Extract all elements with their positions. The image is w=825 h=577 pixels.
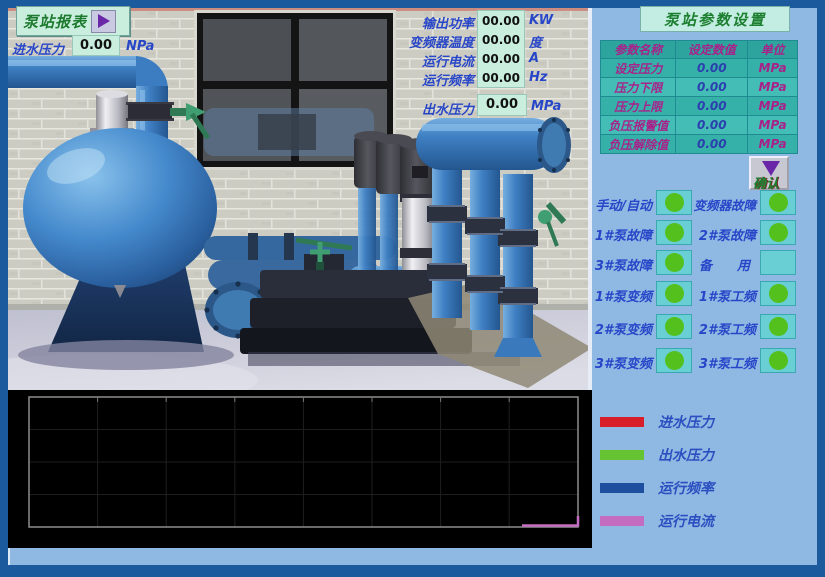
hmi-screen: 泵站报表 进水压力 0.00 NPa 输出功率 00.00 KW 变频器温度 0… <box>0 0 825 577</box>
outlet-pressure-label: 出水压力 <box>400 99 474 118</box>
outlet-pressure-value: 0.00 <box>477 94 527 116</box>
indicator-label-pump3-mains: 3#泵工频 <box>678 353 756 372</box>
param-name: 设定压力 <box>601 59 676 78</box>
output-power-label: 输出功率 <box>398 13 474 32</box>
lamp-pump1-mains <box>760 281 796 306</box>
inverter-temp-label: 变频器温度 <box>398 32 474 51</box>
legend-swatch-run-frequency <box>600 483 644 493</box>
legend-label-run-current: 运行电流 <box>658 511 714 531</box>
inlet-pressure-label: 进水压力 <box>12 39 64 58</box>
play-icon[interactable] <box>91 10 116 33</box>
param-value-input[interactable]: 0.00 <box>676 59 748 78</box>
indicator-label-spare: 备 用 <box>678 255 756 274</box>
param-unit: MPa <box>748 78 798 97</box>
indicator-label-pump2-vfd: 2#泵变频 <box>576 319 652 338</box>
param-name: 压力下限 <box>601 78 676 97</box>
table-row: 压力上限 0.00 MPa <box>601 97 798 116</box>
indicator-label-pump2-fault: 2#泵故障 <box>678 225 756 244</box>
col-unit: 单位 <box>748 41 798 59</box>
indicator-label-manual-auto: 手动/自动 <box>576 195 652 214</box>
indicator-label-pump1-vfd: 1#泵变频 <box>576 286 652 305</box>
report-button[interactable]: 泵站报表 <box>16 6 130 36</box>
status-lamp <box>769 223 788 242</box>
run-frequency-value: 00.00 <box>477 69 525 88</box>
confirm-button[interactable]: 确认 <box>749 156 789 190</box>
param-value-input[interactable]: 0.00 <box>676 97 748 116</box>
output-power-unit: KW <box>529 13 553 28</box>
run-current-label: 运行电流 <box>398 51 474 70</box>
param-value-input[interactable]: 0.00 <box>676 116 748 135</box>
legend-label-inlet-pressure: 进水压力 <box>658 412 714 432</box>
outlet-pressure-unit: MPa <box>531 99 561 114</box>
param-unit: MPa <box>748 116 798 135</box>
legend-swatch-run-current <box>600 516 644 526</box>
param-name: 负压解除值 <box>601 135 676 154</box>
indicator-label-pump3-fault: 3#泵故障 <box>576 255 652 274</box>
param-unit: MPa <box>748 97 798 116</box>
param-value-input[interactable]: 0.00 <box>676 78 748 97</box>
lamp-pump2-mains <box>760 314 796 339</box>
param-name: 压力上限 <box>601 97 676 116</box>
indicator-label-pump3-vfd: 3#泵变频 <box>576 353 652 372</box>
run-current-unit: A <box>529 51 539 66</box>
status-lamp <box>769 193 788 212</box>
indicator-label-vfd-fault: 变频器故障 <box>678 195 756 214</box>
indicator-label-pump1-mains: 1#泵工频 <box>678 286 756 305</box>
param-unit: MPa <box>748 59 798 78</box>
legend-swatch-outlet-pressure <box>600 450 644 460</box>
param-name: 负压报警值 <box>601 116 676 135</box>
inverter-temp-value: 00.00 <box>477 31 525 50</box>
lamp-pump3-mains <box>760 348 796 373</box>
settings-header-row: 参数名称 设定数值 单位 <box>601 41 798 59</box>
lamp-pump2-fault <box>760 220 796 245</box>
status-lamp <box>769 351 788 370</box>
legend-label-run-frequency: 运行频率 <box>658 478 714 498</box>
legend-swatch-inlet-pressure <box>600 417 644 427</box>
col-set-value: 设定数值 <box>676 41 748 59</box>
indicator-label-pump1-fault: 1#泵故障 <box>576 225 652 244</box>
inverter-temp-unit: 度 <box>529 32 542 51</box>
inlet-pressure-value: 0.00 <box>72 35 120 56</box>
inlet-pressure-unit: NPa <box>126 39 154 54</box>
indicator-label-pump2-mains: 2#泵工频 <box>678 319 756 338</box>
col-param-name: 参数名称 <box>601 41 676 59</box>
table-row: 负压解除值 0.00 MPa <box>601 135 798 154</box>
legend-label-outlet-pressure: 出水压力 <box>658 445 714 465</box>
table-row: 压力下限 0.00 MPa <box>601 78 798 97</box>
trend-chart <box>8 390 592 548</box>
lamp-spare-empty <box>760 250 796 275</box>
run-current-value: 00.00 <box>477 50 525 69</box>
output-power-value: 00.00 <box>477 12 525 31</box>
lamp-vfd-fault <box>760 190 796 215</box>
status-lamp <box>769 317 788 336</box>
table-row: 负压报警值 0.00 MPa <box>601 116 798 135</box>
pipe-coupling <box>126 102 174 121</box>
param-unit: MPa <box>748 135 798 154</box>
status-lamp <box>769 284 788 303</box>
run-frequency-unit: Hz <box>529 70 547 85</box>
table-row: 设定压力 0.00 MPa <box>601 59 798 78</box>
settings-panel-title: 泵站参数设置 <box>640 6 790 32</box>
settings-table: 参数名称 设定数值 单位 设定压力 0.00 MPa 压力下限 0.00 MPa… <box>600 40 798 154</box>
run-frequency-label: 运行频率 <box>398 70 474 89</box>
param-value-input[interactable]: 0.00 <box>676 135 748 154</box>
report-button-label: 泵站报表 <box>23 11 87 32</box>
